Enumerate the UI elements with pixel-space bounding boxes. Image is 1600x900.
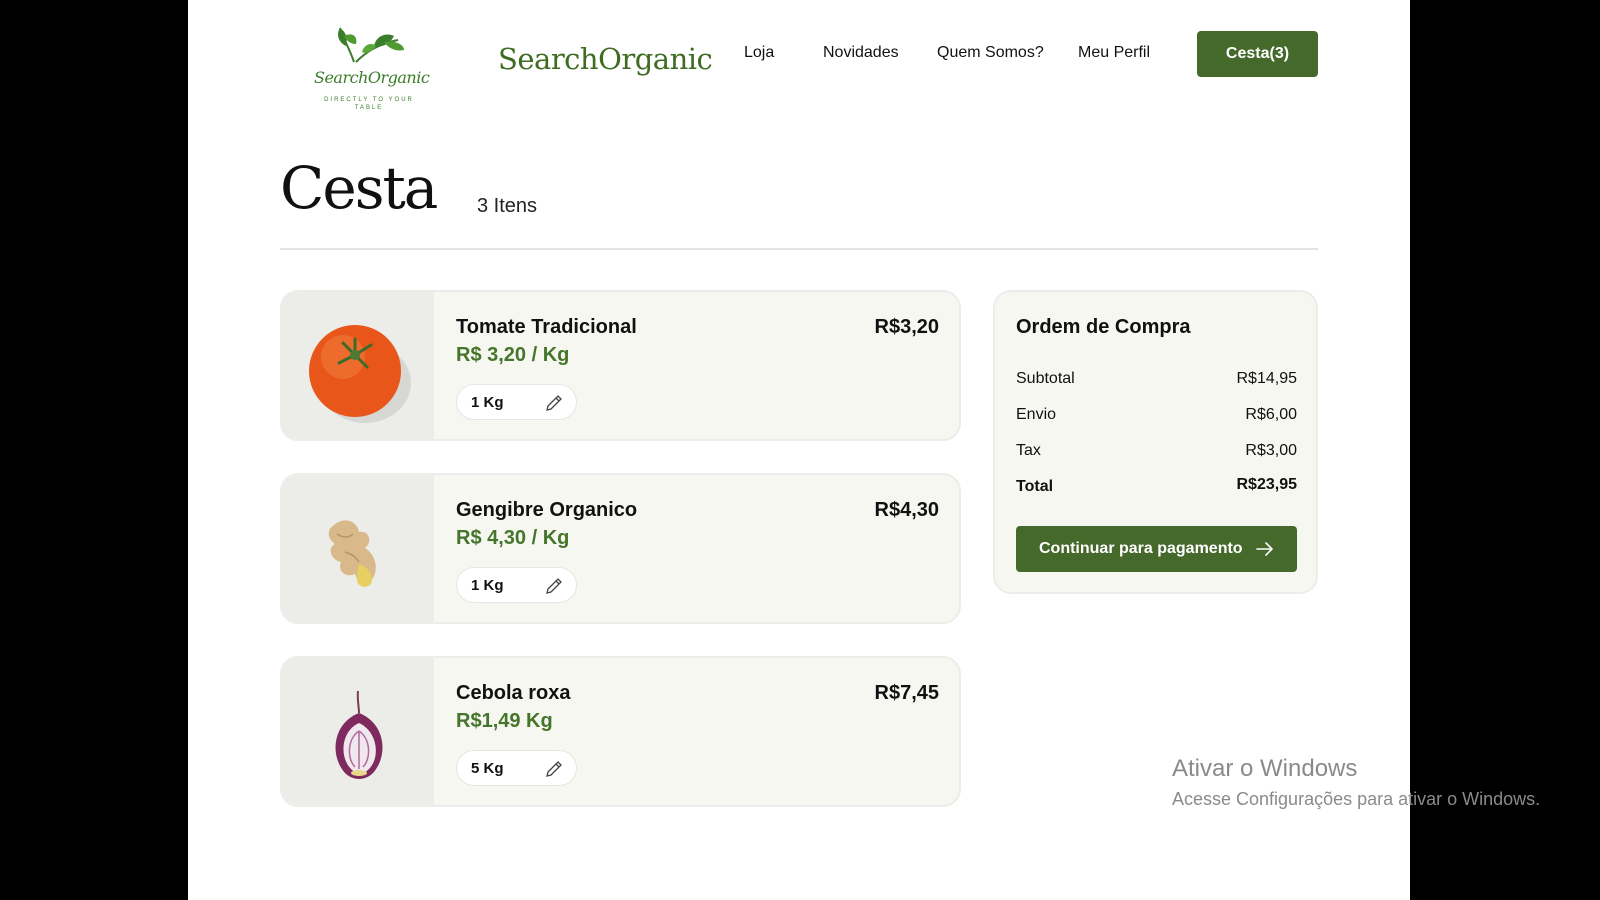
divider	[280, 248, 1318, 250]
summary-label: Subtotal	[1016, 370, 1075, 387]
quantity-field[interactable]: 5 Kg	[456, 750, 577, 786]
product-name: Tomate Tradicional	[456, 316, 637, 338]
page-title: Cesta	[280, 154, 438, 222]
cart-item: Gengibre Organico R$ 4,30 / Kg R$4,30 1 …	[280, 473, 961, 624]
cart-button[interactable]: Cesta(3)	[1197, 31, 1318, 77]
leaf-logo-icon	[338, 27, 404, 63]
quantity-field[interactable]: 1 Kg	[456, 567, 577, 603]
pencil-icon[interactable]	[544, 759, 564, 779]
product-unit-price: R$ 4,30 / Kg	[456, 527, 570, 549]
ginger-icon	[328, 519, 376, 587]
quantity-value: 5 Kg	[471, 760, 504, 777]
pencil-icon[interactable]	[544, 576, 564, 596]
cart-item: Tomate Tradicional R$ 3,20 / Kg R$3,20 1…	[280, 290, 961, 441]
pencil-icon[interactable]	[544, 393, 564, 413]
nav-novidades[interactable]: Novidades	[823, 44, 899, 62]
logo[interactable]: SearchOrganic DIRECTLY TO YOUR TABLE	[314, 22, 430, 114]
product-price: R$4,30	[874, 499, 940, 521]
logo-script-text: SearchOrganic	[314, 68, 430, 87]
continue-to-payment-button[interactable]: Continuar para pagamento	[1016, 526, 1297, 572]
red-onion-icon	[335, 690, 383, 779]
product-name: Gengibre Organico	[456, 499, 638, 521]
product-price: R$7,45	[874, 682, 940, 704]
product-unit-price: R$1,49 Kg	[456, 710, 553, 732]
product-image-ginger	[282, 475, 434, 622]
product-unit-price: R$ 3,20 / Kg	[456, 344, 570, 366]
product-price: R$3,20	[874, 316, 940, 338]
quantity-field[interactable]: 1 Kg	[456, 384, 577, 420]
product-image-red-onion	[282, 658, 434, 805]
windows-activation-title: Ativar o Windows	[1172, 755, 1358, 782]
cart-item: Cebola roxa R$1,49 Kg R$7,45 5 Kg	[280, 656, 961, 807]
nav-loja[interactable]: Loja	[744, 44, 774, 62]
order-summary: Ordem de Compra Subtotal R$14,95 Envio R…	[993, 290, 1318, 594]
tomato-icon	[309, 324, 411, 423]
item-count: 3 Itens	[477, 195, 538, 217]
logo-tagline: DIRECTLY TO YOUR TABLE	[324, 97, 414, 111]
windows-activation-subtitle: Acesse Configurações para ativar o Windo…	[1172, 789, 1541, 809]
summary-value: R$3,00	[1245, 442, 1297, 459]
summary-value: R$14,95	[1236, 370, 1298, 387]
summary-label: Envio	[1016, 406, 1057, 423]
nav-quem-somos[interactable]: Quem Somos?	[937, 44, 1044, 62]
product-name: Cebola roxa	[456, 682, 571, 704]
summary-label: Tax	[1016, 442, 1041, 459]
product-image-tomato	[282, 292, 434, 439]
summary-title: Ordem de Compra	[1016, 316, 1191, 338]
pay-button-label: Continuar para pagamento	[1039, 540, 1243, 557]
summary-label: Total	[1016, 478, 1054, 495]
quantity-value: 1 Kg	[471, 577, 504, 594]
nav-meu-perfil[interactable]: Meu Perfil	[1078, 44, 1150, 62]
quantity-value: 1 Kg	[471, 394, 504, 411]
summary-value: R$23,95	[1236, 476, 1298, 493]
brand-name[interactable]: SearchOrganic	[498, 42, 713, 76]
arrow-right-icon	[1256, 542, 1273, 556]
summary-value: R$6,00	[1245, 406, 1297, 423]
